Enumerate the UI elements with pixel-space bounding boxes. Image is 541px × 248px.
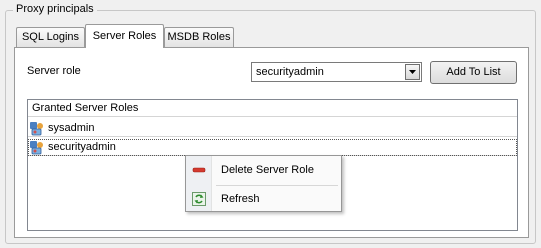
tab-server-roles[interactable]: Server Roles: [85, 24, 164, 48]
tab-sql-logins[interactable]: SQL Logins: [16, 27, 85, 47]
tab-msdb-roles[interactable]: MSDB Roles: [164, 27, 234, 47]
list-item[interactable]: securityadmin: [28, 139, 517, 156]
list-item[interactable]: sysadmin: [28, 120, 517, 137]
list-item-label: sysadmin: [48, 122, 95, 134]
menu-item-label: Refresh: [221, 193, 260, 205]
menu-separator: [216, 185, 338, 186]
menu-item-label: Delete Server Role: [221, 164, 314, 176]
server-role-value: securityadmin: [256, 66, 324, 78]
menu-item-delete-server-role[interactable]: Delete Server Role: [186, 158, 341, 182]
server-role-icon: [30, 141, 43, 155]
server-role-label: Server role: [27, 65, 81, 77]
server-role-icon: [30, 122, 43, 136]
server-role-select[interactable]: securityadmin: [251, 62, 422, 82]
add-to-list-button[interactable]: Add To List: [430, 61, 517, 84]
context-menu: Delete Server Role Refresh: [185, 155, 342, 212]
list-item-label: securityadmin: [48, 141, 116, 153]
dropdown-button[interactable]: [405, 64, 420, 80]
group-title: Proxy principals: [13, 3, 97, 15]
list-header: Granted Server Roles: [28, 100, 517, 117]
menu-item-refresh[interactable]: Refresh: [186, 187, 341, 211]
refresh-icon: [192, 192, 206, 206]
chevron-down-icon: [409, 70, 416, 74]
delete-icon: [192, 167, 206, 173]
